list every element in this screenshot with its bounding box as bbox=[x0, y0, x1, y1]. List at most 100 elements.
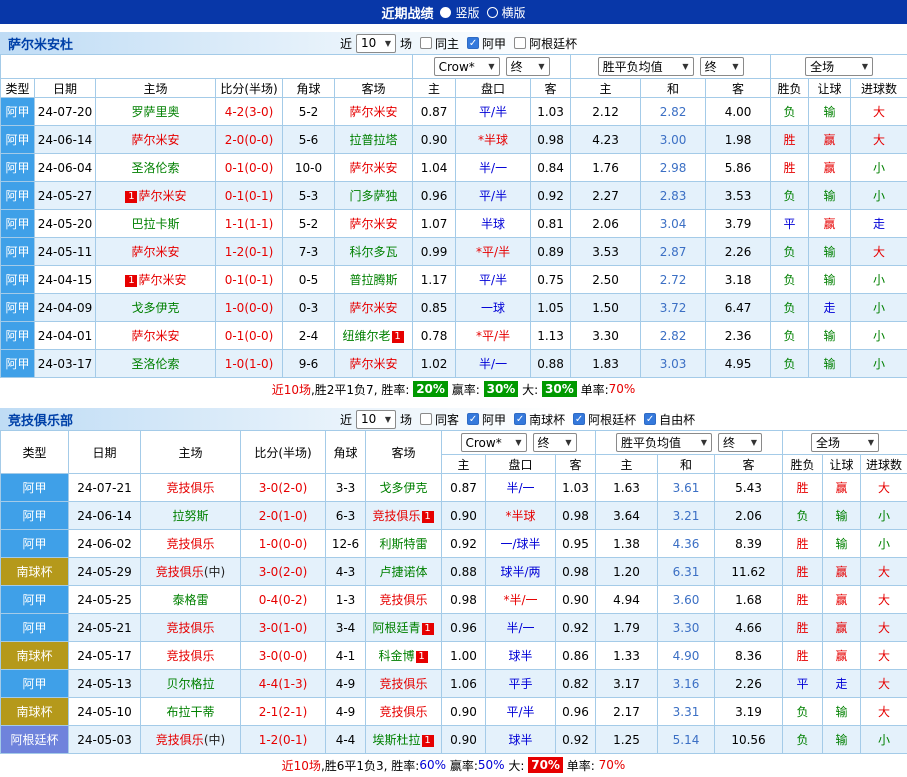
team-name-text: 萨尔米安 bbox=[350, 301, 398, 315]
match-row: 南球杯24-05-17竞技俱乐3-0(0-0)4-1科金博11.00球半0.86… bbox=[1, 642, 907, 670]
match-row: 阿根廷杯24-05-03竞技俱乐(中)1-2(0-1)4-4埃斯杜拉10.90球… bbox=[1, 726, 907, 754]
match-row: 阿甲24-05-11萨尔米安1-2(0-1)7-3科尔多瓦0.99*平/半0.8… bbox=[1, 238, 907, 266]
checkbox-checked-icon[interactable]: ✓ bbox=[573, 413, 585, 425]
team-name-text: 竞技俱乐 bbox=[156, 733, 204, 747]
away-team-cell: 萨尔米安 bbox=[335, 98, 413, 126]
col-avg-away: 客 bbox=[706, 79, 771, 98]
odds-final-select[interactable]: 终 ▼ bbox=[506, 57, 550, 76]
chevron-down-icon: ▼ bbox=[868, 438, 874, 447]
match-row: 阿甲24-06-02竞技俱乐1-0(0-0)12-6利斯特雷0.92一/球半0.… bbox=[1, 530, 907, 558]
match-row: 阿甲24-06-14拉努斯2-0(1-0)6-3竞技俱乐10.90*半球0.98… bbox=[1, 502, 907, 530]
goals-result-cell: 大 bbox=[861, 586, 907, 614]
radio-unselected-icon[interactable] bbox=[487, 7, 498, 18]
checkbox-unchecked-icon[interactable] bbox=[420, 37, 432, 49]
date-cell: 24-05-29 bbox=[69, 558, 141, 586]
filter-option-label: 阿甲 bbox=[482, 35, 506, 52]
odds-final-select-value: 终 bbox=[511, 58, 523, 75]
avg-draw-cell: 3.60 bbox=[658, 586, 715, 614]
odds-home-cell: 1.17 bbox=[413, 266, 456, 294]
goals-result-cell: 小 bbox=[861, 502, 907, 530]
page-title: 近期战绩 bbox=[381, 3, 433, 22]
checkbox-checked-icon[interactable]: ✓ bbox=[467, 413, 479, 425]
handicap-result-cell: 输 bbox=[809, 238, 851, 266]
filter-option-阿甲[interactable]: ✓阿甲 bbox=[467, 35, 506, 52]
filter-option-南球杯[interactable]: ✓南球杯 bbox=[514, 411, 565, 428]
odds-final-select[interactable]: 终 ▼ bbox=[533, 433, 577, 452]
scope-select[interactable]: 全场 ▼ bbox=[811, 433, 879, 452]
match-row: 阿甲24-05-21竞技俱乐3-0(1-0)3-4阿根廷青10.96半/一0.9… bbox=[1, 614, 907, 642]
avg-final-select[interactable]: 终 ▼ bbox=[718, 433, 762, 452]
corners-cell: 3-4 bbox=[326, 614, 366, 642]
filter-option-同主[interactable]: 同主 bbox=[420, 35, 459, 52]
odds-away-cell: 0.98 bbox=[531, 126, 571, 154]
near-label: 近 bbox=[340, 411, 352, 428]
filter-option-label: 自由杯 bbox=[659, 411, 695, 428]
handicap-cell: *平/半 bbox=[456, 238, 531, 266]
match-row: 阿甲24-07-20罗萨里奥4-2(3-0)5-2萨尔米安0.87平/半1.03… bbox=[1, 98, 907, 126]
date-cell: 24-05-11 bbox=[35, 238, 96, 266]
goals-result-cell: 小 bbox=[851, 154, 907, 182]
red-card-badge: 1 bbox=[422, 511, 434, 523]
avg-odds-select[interactable]: 胜平负均值 ▼ bbox=[598, 57, 694, 76]
col-date: 日期 bbox=[69, 431, 141, 474]
avg-odds-select[interactable]: 胜平负均值 ▼ bbox=[616, 433, 712, 452]
league-cell: 阿甲 bbox=[1, 670, 69, 698]
checkbox-checked-icon[interactable]: ✓ bbox=[514, 413, 526, 425]
radio-selected-icon[interactable] bbox=[440, 7, 451, 18]
away-team-cell: 普拉腾斯 bbox=[335, 266, 413, 294]
radio-vertical-layout[interactable]: 竖版 bbox=[440, 4, 479, 21]
filter-option-label: 南球杯 bbox=[529, 411, 565, 428]
team-name: 竞技俱乐部 bbox=[0, 410, 340, 429]
goals-result-cell: 大 bbox=[861, 474, 907, 502]
checkbox-unchecked-icon[interactable] bbox=[514, 37, 526, 49]
outcome-cell: 负 bbox=[771, 294, 809, 322]
filter-option-label: 同客 bbox=[435, 411, 459, 428]
team-name-text: 纽维尔老 bbox=[343, 329, 391, 343]
goals-result-cell: 小 bbox=[851, 266, 907, 294]
handicap-result-cell: 赢 bbox=[809, 126, 851, 154]
avg-away-cell: 3.18 bbox=[706, 266, 771, 294]
checkbox-checked-icon[interactable]: ✓ bbox=[644, 413, 656, 425]
topbar: 近期战绩 竖版 横版 bbox=[0, 0, 907, 24]
filter-option-阿甲[interactable]: ✓阿甲 bbox=[467, 411, 506, 428]
avg-away-cell: 8.36 bbox=[715, 642, 783, 670]
bookmaker-select[interactable]: Crow* ▼ bbox=[461, 433, 527, 452]
team-name-text: 竞技俱乐 bbox=[379, 677, 427, 691]
match-count-select[interactable]: 10 ▼ bbox=[356, 410, 396, 429]
home-team-cell: 拉努斯 bbox=[141, 502, 241, 530]
score-cell: 0-1(0-0) bbox=[216, 322, 283, 350]
filter-option-阿根廷杯[interactable]: 阿根廷杯 bbox=[514, 35, 577, 52]
score-cell: 4-2(3-0) bbox=[216, 98, 283, 126]
col-handicap-result: 让球 bbox=[809, 79, 851, 98]
games-label: 场 bbox=[400, 35, 412, 52]
avg-home-cell: 2.12 bbox=[571, 98, 641, 126]
team-name-text: 门多萨独 bbox=[350, 189, 398, 203]
radio-horizontal-layout[interactable]: 横版 bbox=[487, 4, 526, 21]
odds-away-cell: 0.98 bbox=[556, 502, 596, 530]
avg-away-cell: 8.39 bbox=[715, 530, 783, 558]
col-type: 类型 bbox=[1, 431, 69, 474]
team-name-text: 戈多伊克 bbox=[379, 481, 427, 495]
team-name-text: 萨尔米安 bbox=[350, 161, 398, 175]
bookmaker-select[interactable]: Crow* ▼ bbox=[434, 57, 500, 76]
avg-home-cell: 1.20 bbox=[596, 558, 658, 586]
team-name-text: 圣洛伦索 bbox=[131, 161, 179, 175]
away-team-cell: 科尔多瓦 bbox=[335, 238, 413, 266]
home-team-cell: 竞技俱乐(中) bbox=[141, 726, 241, 754]
filter-option-同客[interactable]: 同客 bbox=[420, 411, 459, 428]
match-count-select[interactable]: 10 ▼ bbox=[356, 34, 396, 53]
checkbox-unchecked-icon[interactable] bbox=[420, 413, 432, 425]
avg-final-select[interactable]: 终 ▼ bbox=[700, 57, 744, 76]
scope-select[interactable]: 全场 ▼ bbox=[805, 57, 873, 76]
checkbox-checked-icon[interactable]: ✓ bbox=[467, 37, 479, 49]
avg-odds-cell: 胜平负均值 ▼ 终 ▼ bbox=[596, 431, 783, 455]
avg-draw-cell: 2.87 bbox=[641, 238, 706, 266]
filter-option-自由杯[interactable]: ✓自由杯 bbox=[644, 411, 695, 428]
avg-draw-cell: 2.82 bbox=[641, 98, 706, 126]
league-cell: 阿根廷杯 bbox=[1, 726, 69, 754]
score-cell: 1-2(0-1) bbox=[216, 238, 283, 266]
corners-cell: 6-3 bbox=[326, 502, 366, 530]
score-cell: 1-0(0-0) bbox=[241, 530, 326, 558]
filter-option-阿根廷杯[interactable]: ✓阿根廷杯 bbox=[573, 411, 636, 428]
handicap-result-cell: 赢 bbox=[809, 210, 851, 238]
